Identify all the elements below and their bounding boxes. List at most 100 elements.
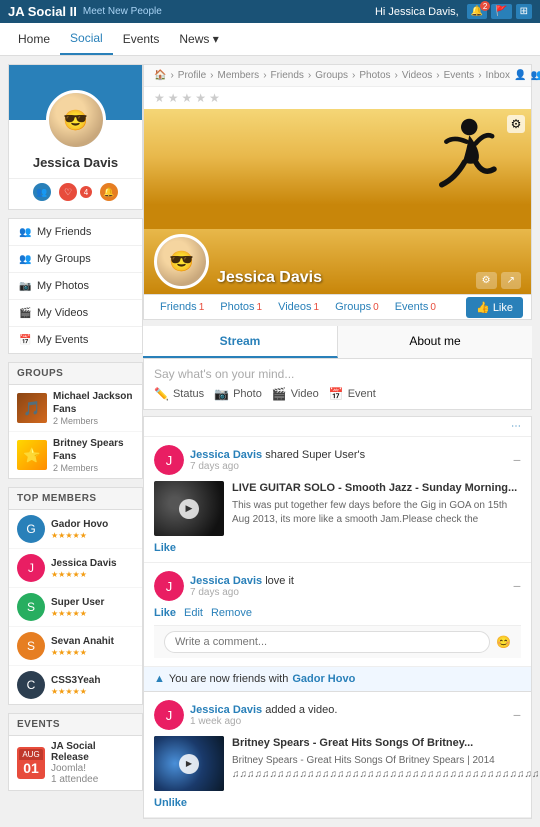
sidebar-item-events[interactable]: 📅 My Events <box>9 327 142 353</box>
profile-settings-btn[interactable]: ⚙ <box>476 272 497 289</box>
post-edit-btn-2[interactable]: Edit <box>184 607 203 619</box>
profile-nav-groups[interactable]: Groups 0 <box>327 295 387 319</box>
sidebar-item-photos[interactable]: 📷 My Photos <box>9 273 142 300</box>
post-remove-btn-2[interactable]: Remove <box>211 607 252 619</box>
group-thumb-bs: ⭐ <box>17 440 47 470</box>
flag-icon[interactable]: 🚩 <box>491 4 511 19</box>
breadcrumb-profile[interactable]: Profile <box>178 70 206 81</box>
profile-nav-friends[interactable]: Friends 1 <box>152 295 212 319</box>
event-sub: Joomla!1 attendee <box>51 763 134 785</box>
grid-icon[interactable]: ⊞ <box>516 4 532 19</box>
profile-nav-events[interactable]: Events 0 <box>387 295 444 319</box>
post-author-3[interactable]: Jessica Davis <box>190 704 262 716</box>
star2: ★ <box>168 91 179 105</box>
post-time-2: 7 days ago <box>190 587 294 598</box>
event-day: 01 <box>19 760 43 777</box>
member-name-sevan[interactable]: Sevan Anahit <box>51 635 114 648</box>
post-collapse-3[interactable]: − <box>513 707 521 723</box>
play-button-3[interactable]: ▶ <box>179 754 199 774</box>
unlike-btn-3[interactable]: Unlike <box>154 797 187 809</box>
nav-news[interactable]: News ▾ <box>169 24 228 54</box>
post-author-1[interactable]: Jessica Davis <box>190 449 262 461</box>
cover-settings-icon[interactable]: ⚙ <box>507 115 525 133</box>
profile-main-name: Jessica Davis <box>217 269 468 287</box>
member-name-css3yeah[interactable]: CSS3Yeah <box>51 674 100 687</box>
comment-input-2[interactable] <box>164 631 490 653</box>
group-item-bs[interactable]: ⭐ Britney Spears Fans 2 Members <box>9 432 142 478</box>
post-collapse-1[interactable]: − <box>513 452 521 468</box>
post-like-btn-2[interactable]: Like <box>154 607 176 619</box>
member-info-sevan: Sevan Anahit ★★★★★ <box>51 635 114 657</box>
status-placeholder[interactable]: Say what's on your mind... <box>154 367 521 381</box>
brand-name: JA Social II <box>8 4 77 19</box>
profile-share-btn[interactable]: ↗ <box>501 272 521 289</box>
member-stars-css3yeah: ★★★★★ <box>51 687 100 696</box>
profile-nav-photos[interactable]: Photos 1 <box>212 295 270 319</box>
profile-actions: ⚙ ↗ <box>476 272 521 289</box>
post-like-btn-1[interactable]: Like <box>154 542 176 554</box>
post-author-2[interactable]: Jessica Davis <box>190 575 262 587</box>
post-avatar-img-1: J <box>154 445 184 475</box>
member-avatar-jessica: J <box>17 554 45 582</box>
member-name-gador[interactable]: Gador Hovo <box>51 518 108 531</box>
member-name-jessica[interactable]: Jessica Davis <box>51 557 117 570</box>
post-meta-3: Jessica Davis added a video. 1 week ago <box>190 704 337 727</box>
breadcrumb-members[interactable]: Members <box>218 70 260 81</box>
profile-main-avatar-img: 😎 <box>157 237 206 286</box>
star5: ★ <box>209 91 220 105</box>
post-share-header: J Jessica Davis shared Super User's 7 da… <box>154 445 521 475</box>
play-button-1[interactable]: ▶ <box>179 499 199 519</box>
photo-label: Photo <box>233 388 262 400</box>
member-avatar-super: S <box>17 593 45 621</box>
nav-home[interactable]: Home <box>8 24 60 54</box>
sidebar-events-section: EVENTS Aug 01 JA Social Release Joomla!1… <box>8 713 143 791</box>
nav-events[interactable]: Events <box>113 24 170 54</box>
sidebar-photos-label: My Photos <box>37 280 89 292</box>
sidebar-friends-label: My Friends <box>37 226 91 238</box>
header-user-icon[interactable]: 👤 <box>514 70 526 81</box>
member-gador: G Gador Hovo ★★★★★ <box>9 510 142 549</box>
tab-stream[interactable]: Stream <box>143 326 338 358</box>
sidebar-item-friends[interactable]: 👥 My Friends <box>9 219 142 246</box>
breadcrumb-sep6: › <box>395 70 398 81</box>
member-name-super[interactable]: Super User <box>51 596 104 609</box>
nav-social[interactable]: Social <box>60 23 113 55</box>
breadcrumb-friends[interactable]: Friends <box>271 70 304 81</box>
status-action-video[interactable]: 🎬 Video <box>272 387 319 401</box>
status-action-event[interactable]: 📅 Event <box>329 387 376 401</box>
group-item-mj[interactable]: 🎵 Michael Jackson Fans 2 Members <box>9 385 142 432</box>
bell-icon[interactable]: 🔔2 <box>467 4 487 19</box>
header-add-icon[interactable]: 👥 <box>530 70 540 81</box>
member-sevan: S Sevan Anahit ★★★★★ <box>9 627 142 666</box>
status-action-photo[interactable]: 📷 Photo <box>214 387 262 401</box>
topbar-right: Hi Jessica Davis, 🔔2 🚩 ⊞ <box>375 4 532 19</box>
breadcrumb-groups[interactable]: Groups <box>315 70 348 81</box>
nav-bar: Home Social Events News ▾ <box>0 23 540 56</box>
status-action-status[interactable]: ✏️ Status <box>154 387 204 401</box>
tab-about-me[interactable]: About me <box>338 326 532 358</box>
star3: ★ <box>182 91 193 105</box>
member-info-gador: Gador Hovo ★★★★★ <box>51 518 108 540</box>
profile-nav-videos[interactable]: Videos 1 <box>270 295 327 319</box>
like-button[interactable]: 👍 Like <box>466 297 523 318</box>
event-item-release[interactable]: Aug 01 JA Social Release Joomla!1 attend… <box>9 736 142 790</box>
breadcrumb-photos[interactable]: Photos <box>359 70 390 81</box>
breadcrumb-events[interactable]: Events <box>444 70 475 81</box>
post-avatar-img-2: J <box>154 571 184 601</box>
notification-friend-link[interactable]: Gador Hovo <box>292 673 355 685</box>
cover-silhouette <box>428 116 501 229</box>
stream-more[interactable]: ⋯ <box>144 417 531 437</box>
member-css3yeah: C CSS3Yeah ★★★★★ <box>9 666 142 704</box>
post-share: J Jessica Davis shared Super User's 7 da… <box>144 437 531 563</box>
sidebar-item-videos[interactable]: 🎬 My Videos <box>9 300 142 327</box>
post-text-3: Britney Spears - Great Hits Songs Of Bri… <box>232 736 540 791</box>
sidebar-groups-label: My Groups <box>37 253 91 265</box>
breadcrumb-inbox[interactable]: Inbox <box>486 70 510 81</box>
sidebar-avatar-image: 😎 <box>49 93 103 147</box>
sidebar-item-groups[interactable]: 👥 My Groups <box>9 246 142 273</box>
sidebar-menu: 👥 My Friends 👥 My Groups 📷 My Photos 🎬 M… <box>8 218 143 354</box>
event-month: Aug <box>19 749 43 760</box>
breadcrumb-home-icon[interactable]: 🏠 <box>154 70 166 81</box>
post-collapse-2[interactable]: − <box>513 578 521 594</box>
breadcrumb-videos[interactable]: Videos <box>402 70 432 81</box>
